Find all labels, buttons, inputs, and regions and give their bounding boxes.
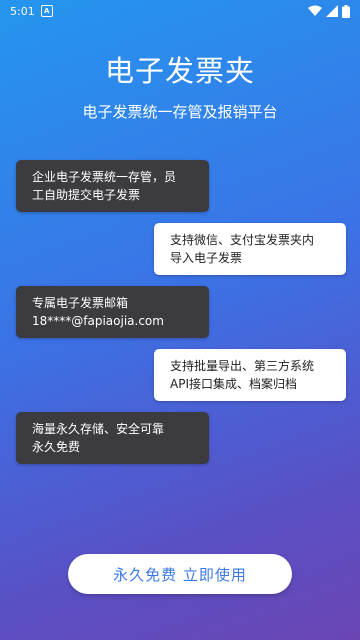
app-title: 电子发票夹	[104, 54, 255, 88]
feature-text-line: 工自助提交电子发票	[32, 188, 141, 202]
feature-text-line: 支持微信、支付宝发票夹内	[170, 233, 315, 247]
app-subtitle: 电子发票统一存管及报销平台	[82, 103, 278, 121]
battery-icon	[342, 4, 350, 18]
feature-bubble-email: 专属电子发票邮箱 18****@fapiaojia.com	[16, 286, 209, 338]
status-right	[308, 4, 350, 18]
notification-icon: A	[40, 5, 53, 17]
feature-text-line: 支持批量导出、第三方系统	[170, 359, 315, 373]
status-bar: 5:01 A	[0, 0, 360, 22]
feature-text-line: 专属电子发票邮箱	[32, 296, 129, 310]
start-free-button[interactable]: 永久免费 立即使用	[68, 554, 292, 594]
feature-text-line: 海量永久存储、安全可靠	[32, 422, 165, 436]
feature-email: 18****@fapiaojia.com	[32, 314, 164, 328]
signal-icon	[326, 5, 338, 17]
wifi-icon	[308, 5, 322, 16]
feature-bubble-storage: 企业电子发票统一存管，员 工自助提交电子发票	[16, 160, 209, 212]
feature-bubble-free: 海量永久存储、安全可靠 永久免费	[16, 412, 209, 464]
status-left: 5:01 A	[10, 5, 53, 18]
feature-text-line: 导入电子发票	[170, 251, 243, 265]
feature-text-line: API接口集成、档案归档	[170, 377, 297, 391]
feature-text-line: 永久免费	[32, 440, 81, 454]
feature-text-line: 企业电子发票统一存管，员	[32, 170, 177, 184]
feature-bubble-export: 支持批量导出、第三方系统 API接口集成、档案归档	[154, 349, 346, 401]
status-time: 5:01	[10, 4, 35, 18]
feature-bubble-import: 支持微信、支付宝发票夹内 导入电子发票	[154, 223, 346, 275]
